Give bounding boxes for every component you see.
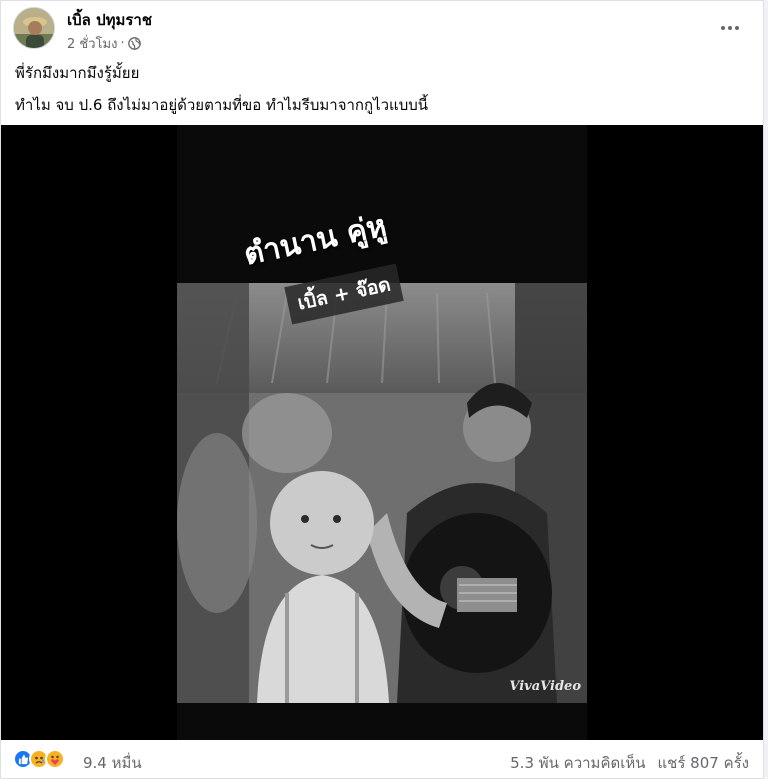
post-text-line-2: ทำไม จบ ป.6 ถึงไม่มาอยู่ด้วยตามที่ขอ ทำไ… xyxy=(15,96,428,114)
post-card: เบิ้ล ปทุมราช 2 ชั่วโมง · พี่รักมึงมากมึ… xyxy=(0,0,764,779)
post-timestamp[interactable]: 2 ชั่วโมง xyxy=(67,33,117,54)
post-stats: 5.3 พัน ความคิดเห็น แชร์ 807 ครั้ง xyxy=(510,751,749,775)
meta-separator: · xyxy=(120,36,125,51)
more-options-button[interactable] xyxy=(715,9,745,39)
video-watermark: VivaVideo xyxy=(509,679,581,694)
reaction-icons[interactable] xyxy=(13,749,65,769)
shares-count[interactable]: แชร์ 807 ครั้ง xyxy=(658,751,750,775)
ellipsis-icon xyxy=(721,14,739,35)
reaction-count[interactable]: 9.4 หมื่น xyxy=(83,751,142,775)
video-still xyxy=(177,283,587,703)
author-name[interactable]: เบิ้ล ปทุมราช xyxy=(67,8,152,32)
post-header: เบิ้ล ปทุมราช 2 ชั่วโมง · xyxy=(13,7,751,54)
globe-icon xyxy=(127,37,141,50)
video-player[interactable]: ตำนาน คู่หู เบิ้ล + จ๊อด VivaVideo xyxy=(1,125,763,740)
video-title-overlay: ตำนาน คู่หู xyxy=(240,208,390,273)
care-icon xyxy=(45,749,65,769)
avatar[interactable] xyxy=(13,7,55,49)
post-footer: 9.4 หมื่น 5.3 พัน ความคิดเห็น แชร์ 807 ค… xyxy=(13,747,749,775)
post-text-line-1: พี่รักมึงมากมึงรู้มั้ยย xyxy=(15,64,140,82)
post-meta: 2 ชั่วโมง · xyxy=(67,33,141,54)
comments-count[interactable]: 5.3 พัน ความคิดเห็น xyxy=(510,751,645,775)
video-frame[interactable]: ตำนาน คู่หู เบิ้ล + จ๊อด VivaVideo xyxy=(177,125,587,740)
